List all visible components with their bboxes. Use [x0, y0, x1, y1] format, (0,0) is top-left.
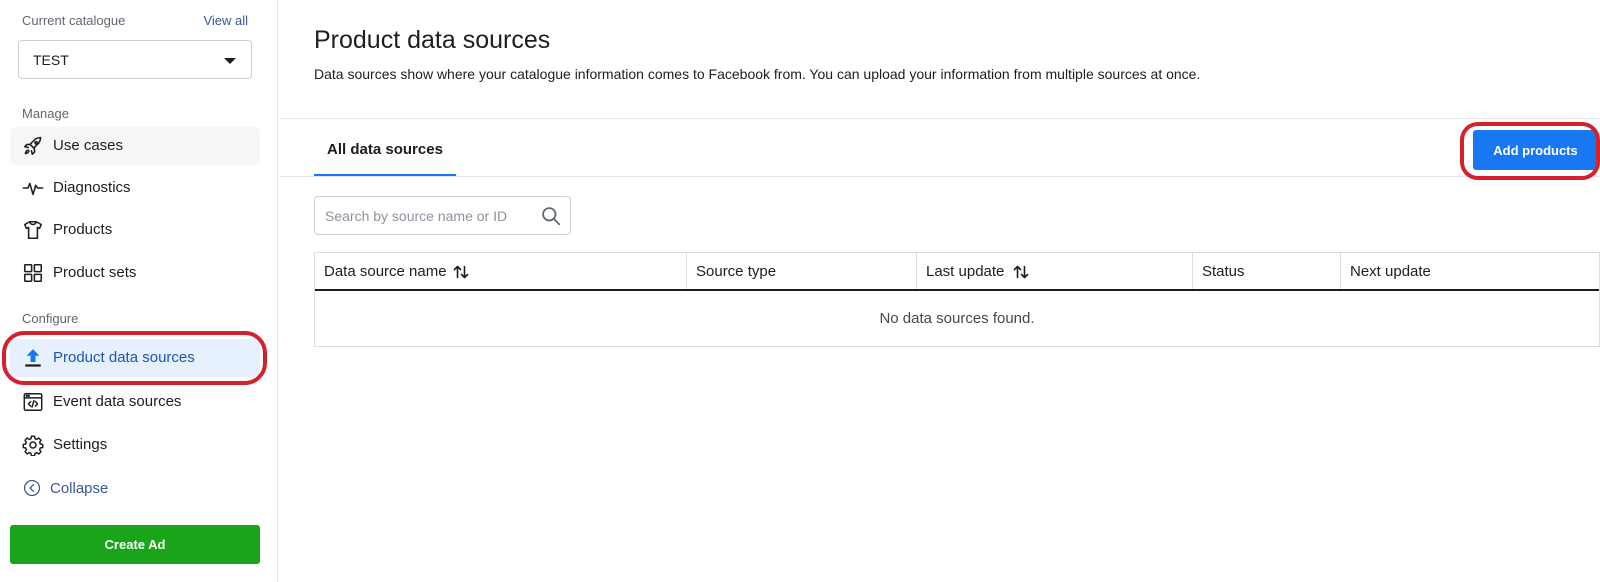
header-divider: [279, 118, 1600, 119]
collapse-button[interactable]: Collapse: [10, 469, 170, 507]
gear-icon: [22, 434, 44, 456]
sidebar-item-label: Product data sources: [53, 349, 195, 366]
page-title: Product data sources: [314, 26, 551, 54]
collapse-label: Collapse: [50, 480, 109, 497]
column-header-last-update[interactable]: Last update: [917, 253, 1193, 289]
column-header-data-source-name[interactable]: Data source name: [315, 253, 687, 289]
sidebar-item-use-cases[interactable]: Use cases: [10, 127, 260, 165]
tab-all-data-sources[interactable]: All data sources: [314, 132, 456, 177]
column-header-label: Last update: [926, 263, 1005, 280]
sidebar-item-event-data-sources[interactable]: Event data sources: [10, 383, 260, 421]
sidebar-item-settings[interactable]: Settings: [10, 426, 260, 464]
caret-down-icon: [224, 58, 236, 64]
code-window-icon: [22, 391, 44, 413]
catalogue-label: Current catalogue: [22, 13, 126, 28]
manage-section-label: Manage: [22, 106, 69, 121]
sort-icon[interactable]: [1013, 265, 1029, 279]
search-icon[interactable]: [541, 206, 561, 226]
sidebar: Current catalogue View all TEST Manage U…: [0, 0, 278, 582]
table-header: Data source name Source type Last update: [315, 253, 1599, 291]
pulse-icon: [22, 177, 44, 199]
create-ad-button[interactable]: Create Ad: [10, 525, 260, 564]
sidebar-item-label: Settings: [53, 436, 108, 453]
data-sources-table: Data source name Source type Last update: [314, 252, 1600, 347]
sidebar-item-diagnostics[interactable]: Diagnostics: [10, 169, 260, 207]
sidebar-item-label: Diagnostics: [53, 179, 131, 196]
add-products-button[interactable]: Add products: [1473, 130, 1598, 170]
catalogue-select-value: TEST: [33, 52, 69, 68]
sidebar-item-label: Products: [53, 221, 113, 238]
column-header-status: Status: [1193, 253, 1341, 289]
search-box: [314, 196, 571, 235]
sidebar-item-products[interactable]: Products: [10, 211, 260, 249]
sidebar-item-label: Product sets: [53, 264, 137, 281]
upload-icon: [22, 347, 44, 369]
tab-label: All data sources: [327, 141, 443, 158]
rocket-icon: [22, 135, 44, 157]
tshirt-icon: [22, 219, 44, 241]
table-empty-message: No data sources found.: [879, 310, 1035, 327]
column-header-label: Status: [1202, 263, 1245, 280]
sidebar-item-label: Event data sources: [53, 393, 182, 410]
view-all-link[interactable]: View all: [203, 13, 248, 28]
configure-section-label: Configure: [22, 311, 79, 326]
search-input[interactable]: [315, 197, 533, 234]
tabs-divider: [279, 176, 1600, 177]
main-content: Product data sources Data sources show w…: [279, 0, 1600, 582]
catalogue-header: Current catalogue View all: [22, 13, 248, 29]
sidebar-item-product-data-sources[interactable]: Product data sources: [10, 339, 260, 377]
page-description: Data sources show where your catalogue i…: [314, 66, 1201, 82]
sidebar-item-label: Use cases: [53, 137, 124, 154]
column-header-label: Source type: [696, 263, 777, 280]
column-header-next-update: Next update: [1341, 253, 1599, 289]
sidebar-item-product-sets[interactable]: Product sets: [10, 254, 260, 292]
column-header-label: Data source name: [324, 263, 447, 280]
column-header-source-type: Source type: [687, 253, 917, 289]
sort-icon[interactable]: [453, 265, 469, 279]
catalogue-select[interactable]: TEST: [18, 40, 252, 79]
grid-icon: [22, 262, 44, 284]
column-header-label: Next update: [1350, 263, 1431, 280]
chevron-left-circle-icon: [23, 479, 41, 497]
